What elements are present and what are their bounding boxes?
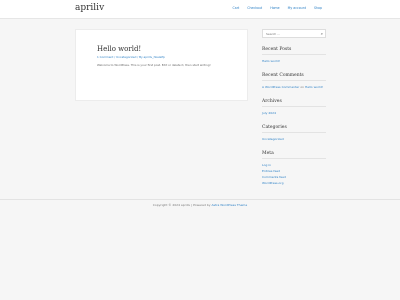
- nav-item-checkout[interactable]: Checkout: [247, 6, 262, 10]
- meta-link-wordpress-org[interactable]: WordPress.org: [262, 181, 283, 185]
- comment-on-text: on: [300, 85, 305, 89]
- post-title[interactable]: Hello world!: [97, 45, 141, 53]
- meta-link-entries-feed[interactable]: Entries feed: [262, 169, 280, 173]
- nav-item-my-account[interactable]: My account: [288, 6, 306, 10]
- widget-title-recent-posts: Recent Posts: [262, 47, 292, 52]
- primary-nav: Cart Checkout Home My account Shop: [225, 6, 322, 10]
- meta-link-comments-feed[interactable]: Comments feed: [262, 175, 286, 179]
- widget-divider: [262, 80, 326, 81]
- widget-title-recent-comments: Recent Comments: [262, 73, 304, 78]
- widget-title-categories: Categories: [262, 125, 287, 130]
- post-card: Hello world! 1 Comment / Uncategorized /…: [75, 29, 248, 101]
- nav-item-home[interactable]: Home: [270, 6, 279, 10]
- comment-post-link[interactable]: Hello world!: [305, 85, 323, 89]
- footer-copyright: Copyright © 2024 apriliv | Powered by: [152, 203, 211, 207]
- recent-post-link[interactable]: Hello world!: [262, 59, 280, 63]
- search-input[interactable]: [263, 30, 317, 37]
- post-excerpt: Welcome to WordPress. This is your first…: [97, 63, 211, 67]
- recent-comment: A WordPress Commenter on Hello world!: [262, 85, 323, 89]
- post-meta[interactable]: 1 Comment / Uncategorized / By apriliv_h…: [97, 55, 165, 59]
- footer-theme-link[interactable]: Astra WordPress Theme: [211, 203, 247, 207]
- nav-item-shop[interactable]: Shop: [314, 6, 322, 10]
- widget-divider: [262, 158, 326, 159]
- widget-title-archives: Archives: [262, 99, 282, 104]
- widget-divider: [262, 106, 326, 107]
- category-link[interactable]: Uncategorized: [262, 137, 284, 141]
- site-title[interactable]: apriliv: [75, 3, 104, 13]
- widget-title-meta: Meta: [262, 151, 274, 156]
- footer-divider: [0, 199, 400, 200]
- archive-link[interactable]: July 2024: [262, 111, 276, 115]
- comment-author-link[interactable]: A WordPress Commenter: [262, 85, 299, 89]
- search-box: ⌕: [262, 29, 326, 38]
- widget-divider: [262, 132, 326, 133]
- site-footer: Copyright © 2024 apriliv | Powered by As…: [0, 203, 400, 207]
- site-header: apriliv Cart Checkout Home My account Sh…: [0, 0, 400, 19]
- search-icon[interactable]: ⌕: [321, 31, 323, 36]
- nav-item-cart[interactable]: Cart: [233, 6, 240, 10]
- widget-divider: [262, 54, 326, 55]
- meta-link-login[interactable]: Log in: [262, 163, 271, 167]
